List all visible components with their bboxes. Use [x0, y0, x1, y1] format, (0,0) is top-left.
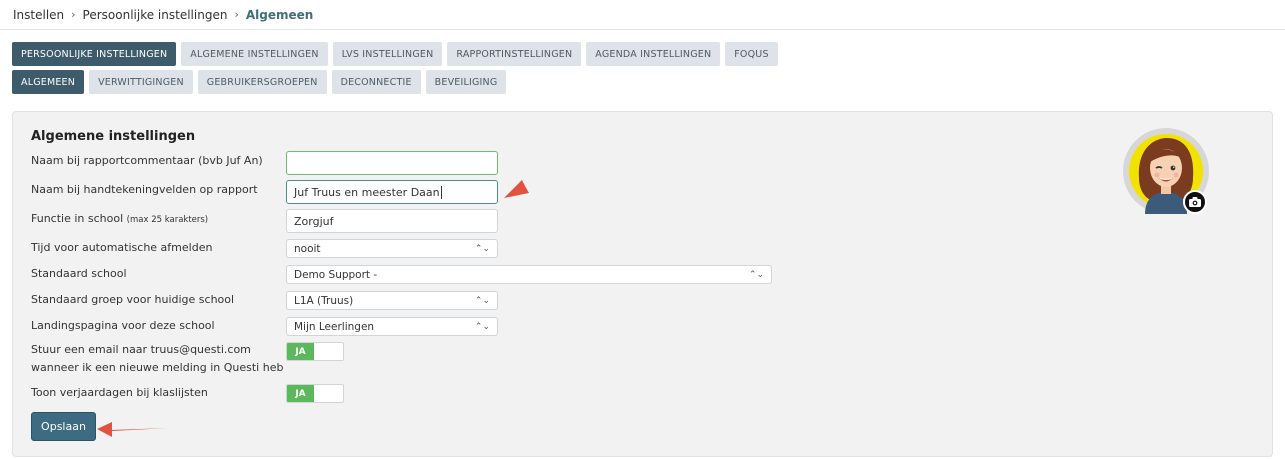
- label-functie-hint: (max 25 karakters): [126, 215, 209, 225]
- settings-panel: Algemene instellingen Naam bij rapportco…: [12, 111, 1273, 457]
- tab-algemene-instellingen[interactable]: ALGEMENE INSTELLINGEN: [181, 42, 328, 66]
- verjaardagen-toggle[interactable]: JA: [286, 384, 344, 403]
- sub-tabs: ALGEMEEN VERWITTIGINGEN GEBRUIKERSGROEPE…: [12, 70, 507, 94]
- tab-foqus[interactable]: FOQUS: [725, 42, 778, 66]
- label-landing: Landingspagina voor deze school: [31, 319, 215, 332]
- tab-deconnectie[interactable]: DECONNECTIE: [331, 70, 421, 94]
- email-toggle[interactable]: JA: [286, 342, 344, 361]
- handtekening-input[interactable]: Juf Truus en meester Daan: [286, 180, 498, 204]
- handtekening-value: Juf Truus en meester Daan: [294, 185, 440, 199]
- chevron-updown-icon: ⌃⌄: [474, 243, 490, 254]
- tab-rapportinstellingen[interactable]: RAPPORTINSTELLINGEN: [447, 42, 582, 66]
- afmelden-select[interactable]: nooit ⌃⌄: [286, 239, 498, 258]
- text-cursor: [440, 185, 442, 199]
- label-school: Standaard school: [31, 267, 127, 280]
- label-rapportcommentaar: Naam bij rapportcommentaar (bvb Juf An): [31, 154, 263, 167]
- label-functie-text: Functie in school: [31, 212, 124, 225]
- school-select[interactable]: Demo Support - ⌃⌄: [286, 265, 772, 284]
- tab-gebruikersgroepen[interactable]: GEBRUIKERSGROEPEN: [197, 70, 327, 94]
- functie-input[interactable]: Zorgjuf: [286, 209, 498, 233]
- breadcrumb-separator: ›: [234, 8, 239, 21]
- landing-value: Mijn Leerlingen: [294, 320, 375, 333]
- tab-lvs-instellingen[interactable]: LVS INSTELLINGEN: [332, 42, 443, 66]
- label-email: Stuur een email naar truus@questi.com wa…: [31, 342, 283, 376]
- afmelden-value: nooit: [294, 242, 321, 255]
- rapportcommentaar-input[interactable]: [286, 151, 498, 175]
- label-email-line1: Stuur een email naar truus@questi.com: [31, 343, 251, 356]
- tab-agenda-instellingen[interactable]: AGENDA INSTELLINGEN: [586, 42, 721, 66]
- groep-select[interactable]: L1A (Truus) ⌃⌄: [286, 291, 498, 310]
- breadcrumb-item-algemeen: Algemeen: [245, 7, 314, 22]
- email-toggle-on: JA: [287, 343, 314, 360]
- groep-value: L1A (Truus): [294, 294, 354, 307]
- camera-icon[interactable]: [1183, 190, 1207, 214]
- breadcrumb-item-instellen[interactable]: Instellen: [13, 8, 64, 22]
- tab-persoonlijke-instellingen[interactable]: PERSOONLIJKE INSTELLINGEN: [12, 42, 177, 66]
- label-verjaardagen: Toon verjaardagen bij klaslijsten: [31, 386, 208, 399]
- chevron-updown-icon: ⌃⌄: [474, 295, 490, 306]
- verjaardagen-toggle-on: JA: [287, 385, 314, 402]
- label-handtekening: Naam bij handtekeningvelden op rapport: [31, 183, 258, 196]
- label-email-line2: wanneer ik een nieuwe melding in Questi …: [31, 361, 284, 374]
- main-tabs: PERSOONLIJKE INSTELLINGEN ALGEMENE INSTE…: [12, 42, 778, 66]
- label-afmelden: Tijd voor automatische afmelden: [31, 241, 213, 254]
- school-value: Demo Support -: [294, 268, 378, 281]
- panel-title: Algemene instellingen: [31, 129, 196, 144]
- label-groep: Standaard groep voor huidige school: [31, 293, 235, 306]
- breadcrumb: Instellen › Persoonlijke instellingen › …: [0, 0, 1285, 30]
- landing-select[interactable]: Mijn Leerlingen ⌃⌄: [286, 317, 498, 336]
- tab-verwittigingen[interactable]: VERWITTIGINGEN: [89, 70, 193, 94]
- tab-beveiliging[interactable]: BEVEILIGING: [425, 70, 507, 94]
- breadcrumb-item-persoonlijke-instellingen[interactable]: Persoonlijke instellingen: [83, 8, 228, 22]
- label-functie: Functie in school (max 25 karakters): [31, 211, 208, 228]
- tab-algemeen[interactable]: ALGEMEEN: [12, 70, 85, 94]
- save-button[interactable]: Opslaan: [31, 412, 96, 441]
- chevron-updown-icon: ⌃⌄: [474, 321, 490, 332]
- breadcrumb-separator: ›: [71, 8, 76, 21]
- chevron-updown-icon: ⌃⌄: [748, 269, 764, 280]
